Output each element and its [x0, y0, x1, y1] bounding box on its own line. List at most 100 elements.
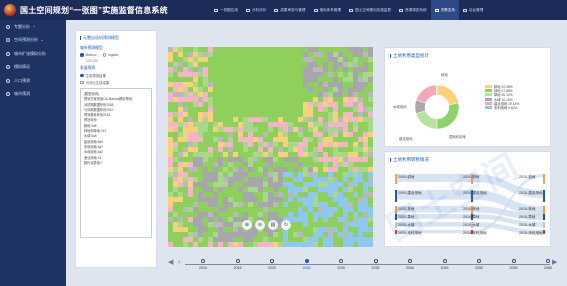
timeline-dot[interactable]: [442, 259, 447, 263]
timeline-year-label: 2050: [475, 266, 483, 270]
year-timeline: ◀ ‹ 2010 2015 2020 2025 2030 2035 2040 2045 2050…: [163, 250, 561, 275]
donut-slice[interactable]: [435, 84, 438, 96]
sidebar-item-2[interactable]: 城市扩张模拟分析: [0, 47, 66, 61]
timeline-year-2030[interactable]: 2030: [326, 256, 356, 270]
nav-item-1[interactable]: 分析评价: [242, 0, 270, 20]
timeline-year-label: 2035: [371, 266, 380, 270]
output-option-1[interactable]: 可对比生成结果: [80, 80, 152, 85]
donut-slice[interactable]: [415, 84, 437, 104]
timeline-year-2020[interactable]: 2020: [257, 256, 287, 270]
sankey-node-label: 2005-草地: [398, 215, 415, 219]
sankey-node[interactable]: [395, 206, 397, 214]
sankey-node[interactable]: [395, 190, 397, 202]
population-icon: [6, 78, 10, 83]
sankey-node[interactable]: [395, 214, 397, 220]
timeline-year-2025[interactable]: 2025: [292, 256, 322, 270]
timeline-year-2045[interactable]: 2045: [430, 256, 460, 270]
layers-icon[interactable]: ▤: [268, 220, 278, 230]
sidebar-item-3[interactable]: 模拟情况: [0, 61, 66, 75]
nav-item-label: 分析评价: [251, 7, 267, 12]
model-radio-0[interactable]: [80, 53, 84, 57]
landuse-card-title: 土地利用类型统计: [385, 48, 550, 59]
sankey-node-label: 2010-耕地: [463, 175, 480, 179]
timeline-year-2040[interactable]: 2040: [395, 256, 425, 270]
sidebar-item-0[interactable]: 专题分析: [0, 20, 66, 34]
donut-slice[interactable]: [436, 102, 460, 130]
sidebar-item-4[interactable]: 人口预测: [0, 74, 66, 88]
sankey-node[interactable]: [543, 222, 545, 228]
sankey-node[interactable]: [543, 206, 545, 214]
landuse-transfer-card: 土地利用转移情况 2005-耕地 2005-建设用地 2005-林地 2005-草地 2…: [384, 151, 551, 247]
legend-swatch: [485, 106, 492, 110]
sidebar-item-label: 城市扩张模拟分析: [14, 50, 46, 56]
sidebar-item-5[interactable]: 城市预测: [0, 88, 66, 102]
model-radio-group: Markov logistic: [80, 53, 152, 57]
nav-item-7[interactable]: 后台管理: [459, 0, 487, 20]
sidebar-item-1[interactable]: 空间预测分析: [0, 34, 66, 48]
nav-item-3[interactable]: 指标体系管理: [310, 0, 346, 20]
timeline-year-2010[interactable]: 2010: [188, 256, 218, 270]
timeline-dot[interactable]: [270, 259, 274, 263]
timeline-dot[interactable]: [373, 259, 378, 263]
timeline-prev-step-button[interactable]: ‹: [178, 259, 180, 266]
legend-item[interactable]: 未利用地 0.62%: [485, 105, 519, 110]
timeline-next-button[interactable]: ▶: [552, 259, 557, 266]
output-checkbox[interactable]: [80, 80, 84, 85]
timeline-dot[interactable]: [477, 259, 481, 263]
timeline-dot[interactable]: [408, 259, 412, 263]
nav-item-6[interactable]: 决策支持: [430, 0, 459, 20]
timeline-year-2035[interactable]: 2035: [361, 256, 391, 270]
model-input[interactable]: 121.070: [86, 59, 152, 63]
nav-item-2[interactable]: 成果审查与管理: [270, 0, 309, 20]
sankey-node[interactable]: [395, 174, 397, 184]
legend-swatch: [485, 97, 492, 101]
transfer-card-title: 土地利用转移情况: [385, 152, 550, 163]
decision-icon: [434, 8, 439, 12]
sankey-node[interactable]: [395, 230, 397, 234]
model-radio-1[interactable]: [102, 53, 107, 57]
timeline-year-2055[interactable]: 2055: [499, 256, 529, 270]
timeline-dot[interactable]: [304, 259, 309, 263]
model-panel-title: 元胞自动机预测模型: [80, 35, 152, 41]
refresh-icon[interactable]: ↻: [281, 220, 291, 230]
expansion-icon: [6, 51, 10, 56]
sankey-node[interactable]: [395, 222, 397, 228]
timeline-year-2050[interactable]: 2050: [464, 256, 494, 270]
landuse-donut-chart: 水域用地 耕地建设用地 国地利用地: [393, 72, 467, 141]
donut-slice[interactable]: [436, 84, 459, 106]
nav-item-0[interactable]: 一张图应用: [210, 0, 242, 20]
legend-swatch: [485, 84, 492, 88]
timeline-dot[interactable]: [511, 259, 516, 263]
sankey-node-label: 2005-建设用地: [398, 191, 422, 195]
timeline-prev-button[interactable]: ◀: [168, 259, 173, 266]
nav-item-label: 指标体系管理: [319, 7, 342, 12]
nav-item-label: 后台管理: [468, 7, 484, 12]
prediction-map[interactable]: ⊕ ⊖ ▤ ↻: [168, 47, 373, 247]
model-panel: 元胞自动机预测模型 城市预测模型 Markov logistic 121.070 …: [75, 30, 157, 268]
zoom-out-icon[interactable]: ⊖: [255, 220, 265, 230]
timeline-dot[interactable]: [339, 259, 343, 263]
donut-slice[interactable]: [415, 110, 438, 130]
timeline-dot[interactable]: [201, 259, 205, 263]
nav-item-4[interactable]: 国土空间规划实施监督: [345, 0, 395, 20]
sankey-node[interactable]: [543, 214, 545, 220]
sidebar-item-label: 模拟情况: [14, 64, 30, 70]
nav-item-5[interactable]: 资源调查系统: [395, 0, 431, 20]
timeline-dot[interactable]: [235, 259, 240, 263]
nav-item-label: 国土空间规划实施监督: [355, 7, 391, 12]
nav-item-label: 决策支持: [440, 7, 455, 12]
timeline-year-2060[interactable]: 2060: [533, 256, 563, 270]
output-radio[interactable]: [80, 73, 84, 78]
sankey-node[interactable]: [543, 230, 545, 234]
sankey-node[interactable]: [543, 190, 545, 202]
timeline-year-label: 2015: [233, 266, 242, 270]
sidebar-item-label: 空间预测分析: [14, 37, 38, 43]
model-radio-row: Markov logistic: [80, 53, 152, 57]
zoom-in-icon[interactable]: ⊕: [242, 220, 252, 230]
timeline-year-2015[interactable]: 2015: [223, 256, 253, 270]
output-option-0[interactable]: 生成预测结果: [80, 73, 152, 78]
timeline-year-label: 2045: [440, 266, 449, 270]
timeline-dot[interactable]: [546, 259, 550, 263]
sankey-node[interactable]: [543, 174, 545, 184]
simulation-icon: [6, 65, 10, 70]
